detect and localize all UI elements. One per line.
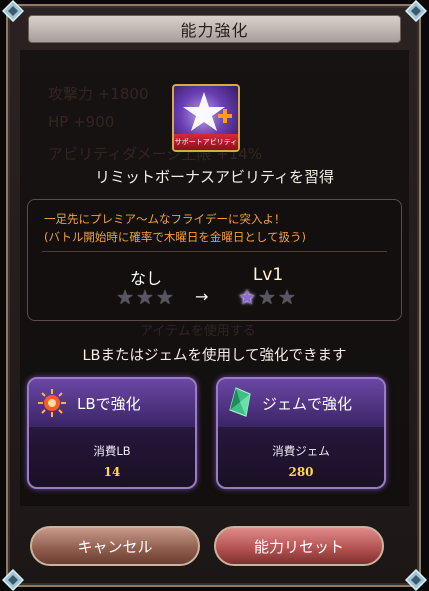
corner-ornament-icon bbox=[2, 0, 24, 22]
star-icon bbox=[183, 92, 232, 131]
gem-card-title: ジェムで強化 bbox=[262, 394, 353, 413]
ghost-row-item: アイテムを使用する bbox=[140, 324, 256, 339]
support-ability-icon: サポートアビリティ bbox=[172, 84, 240, 152]
level-after: Lv1 bbox=[252, 265, 284, 285]
lb-burst-icon bbox=[38, 389, 66, 417]
dialog-titlebar: 能力強化 bbox=[28, 15, 401, 43]
ability-description-line1: 一足先にプレミア～ムなフライデーに突入よ！ bbox=[44, 212, 286, 226]
gem-cost-label: 消費ジェム bbox=[272, 444, 330, 458]
arrow-right-icon: → bbox=[195, 287, 209, 306]
enhance-prompt: LBまたはジェムを使用して強化できます bbox=[82, 348, 347, 364]
stars-before: ★★★ bbox=[96, 285, 196, 309]
lb-card-title: LBで強化 bbox=[77, 394, 141, 413]
corner-ornament-icon bbox=[405, 569, 427, 591]
gem-enhance-card[interactable]: ジェムで強化 消費ジェム 280 bbox=[216, 377, 386, 489]
info-divider bbox=[42, 251, 387, 252]
skill-icon-ribbon: サポートアビリティ bbox=[174, 134, 238, 150]
reset-ability-button[interactable]: 能力リセット bbox=[214, 526, 384, 566]
cancel-button-label: キャンセル bbox=[77, 537, 153, 556]
corner-ornament-icon bbox=[2, 569, 24, 591]
lb-cost-value: 14 bbox=[103, 465, 121, 479]
corner-ornament-icon bbox=[405, 0, 427, 22]
star-empty-icon: ★ bbox=[277, 285, 298, 309]
reset-button-label: 能力リセット bbox=[253, 537, 344, 556]
gem-card-header: ジェムで強化 bbox=[218, 379, 384, 427]
star-filled-icon: ★ bbox=[238, 285, 259, 309]
star-empty-icon: ★ bbox=[116, 285, 137, 309]
gem-cost-value: 280 bbox=[288, 465, 314, 479]
stars-after: ★★★ bbox=[218, 285, 318, 309]
cancel-button[interactable]: キャンセル bbox=[30, 526, 200, 566]
lb-enhance-card[interactable]: LBで強化 消費LB 14 bbox=[27, 377, 197, 489]
ghost-row-hp: HP +900 bbox=[48, 113, 115, 131]
ghost-row-attack: 攻撃力 +1800 bbox=[48, 85, 149, 103]
star-empty-icon: ★ bbox=[258, 285, 278, 309]
ability-description-line2: (バトル開始時に確率で木曜日を金曜日として扱う) bbox=[44, 230, 306, 244]
lb-card-header: LBで強化 bbox=[29, 379, 195, 427]
star-empty-icon: ★ bbox=[136, 285, 156, 309]
gem-icon bbox=[229, 387, 251, 417]
ability-info-box: 一足先にプレミア～ムなフライデーに突入よ！ (バトル開始時に確率で木曜日を金曜日… bbox=[27, 199, 402, 321]
star-empty-icon: ★ bbox=[155, 285, 176, 309]
lb-cost-label: 消費LB bbox=[93, 444, 131, 458]
dialog-title: 能力強化 bbox=[180, 21, 249, 40]
learn-heading: リミットボーナスアビリティを習得 bbox=[94, 168, 335, 186]
